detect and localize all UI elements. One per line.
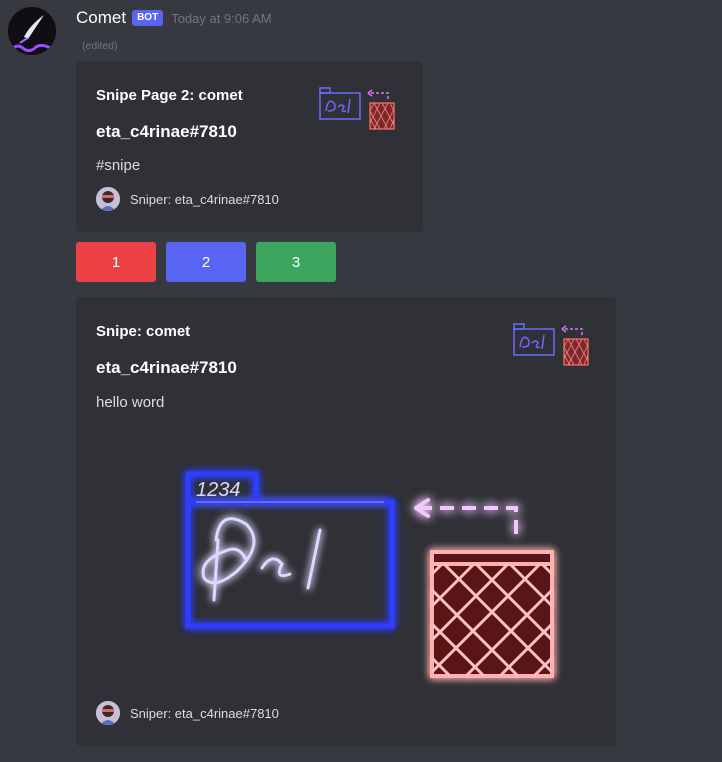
embed-title: Snipe Page 2: comet <box>96 87 243 104</box>
page-1-button[interactable]: 1 <box>76 242 156 282</box>
folder-label: 1234 <box>196 479 241 501</box>
sniper-avatar-icon <box>96 701 120 725</box>
footer-text: Sniper: eta_c4rinae#7810 <box>130 705 279 721</box>
edited-label: (edited) <box>82 40 118 52</box>
snipe-embed-page: Snipe Page 2: comet eta_c4rinae#7810 #sn… <box>76 61 423 232</box>
delete-thumbnail-icon <box>319 87 395 130</box>
delete-thumbnail-icon <box>513 323 589 366</box>
page-2-button[interactable]: 2 <box>166 242 246 282</box>
embed-footer: Sniper: eta_c4rinae#7810 <box>96 187 279 211</box>
page-3-button[interactable]: 3 <box>256 242 336 282</box>
comet-avatar-icon <box>8 7 56 55</box>
embed-title: Snipe: comet <box>96 323 191 340</box>
bot-badge: BOT <box>132 10 164 26</box>
footer-text: Sniper: eta_c4rinae#7810 <box>130 191 279 207</box>
sniper-avatar-icon <box>96 187 120 211</box>
embed-footer: Sniper: eta_c4rinae#7810 <box>96 701 279 725</box>
message-header: Comet BOT Today at 9:06 AM <box>76 6 272 30</box>
embed-author: eta_c4rinae#7810 <box>96 122 237 141</box>
username[interactable]: Comet <box>76 8 126 28</box>
avatar[interactable] <box>8 7 56 55</box>
embed-description: #snipe <box>96 157 141 174</box>
embed-author: eta_c4rinae#7810 <box>96 358 237 377</box>
embed-description: hello word <box>96 394 165 411</box>
delete-neon-image[interactable]: 1234 <box>96 440 576 700</box>
timestamp[interactable]: Today at 9:06 AM <box>171 11 271 26</box>
